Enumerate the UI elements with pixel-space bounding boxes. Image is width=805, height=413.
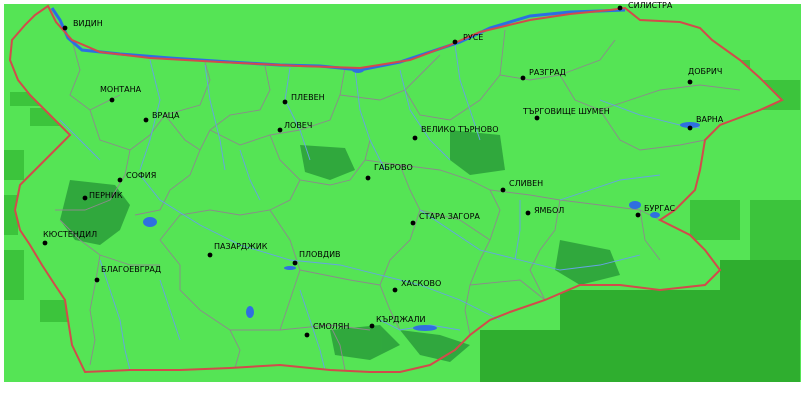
city-label-gabrovo: ГАБРОВО — [374, 163, 413, 172]
city-marker-sliven[interactable] — [500, 187, 506, 193]
city-label-pazardzhik: ПАЗАРДЖИК — [214, 242, 268, 251]
city-marker-pleven[interactable] — [282, 99, 288, 105]
city-marker-stara_zagora[interactable] — [410, 220, 416, 226]
city-label-plovdiv: ПЛОВДИВ — [299, 250, 341, 259]
city-label-razgrad: РАЗГРАД — [529, 68, 566, 77]
city-marker-targovishte_shumen[interactable] — [534, 115, 540, 121]
city-marker-dobrich[interactable] — [687, 79, 693, 85]
city-marker-pazardzhik[interactable] — [207, 252, 213, 258]
city-label-kyustendil: КЮСТЕНДИЛ — [43, 230, 97, 239]
city-label-vratsa: ВРАЦА — [152, 111, 180, 120]
city-label-kardzhali: КЪРДЖАЛИ — [376, 315, 426, 324]
city-marker-yambol[interactable] — [525, 210, 531, 216]
city-label-stara_zagora: СТАРА ЗАГОРА — [419, 212, 480, 221]
city-label-montana: МОНТАНА — [100, 85, 142, 94]
city-label-blagoevgrad: БЛАГОЕВГРАД — [101, 265, 161, 274]
city-label-yambol: ЯМБОЛ — [534, 206, 564, 215]
city-label-haskovo: ХАСКОВО — [401, 279, 441, 288]
city-marker-plovdiv[interactable] — [292, 260, 298, 266]
city-label-sliven: СЛИВЕН — [509, 179, 543, 188]
city-label-burgas: БУРГАС — [644, 204, 676, 213]
city-label-veliko_tarnovo: ВЕЛИКО ТЪРНОВО — [421, 125, 499, 134]
city-marker-blagoevgrad[interactable] — [94, 277, 100, 283]
city-marker-vidin[interactable] — [62, 25, 68, 31]
city-marker-pernik[interactable] — [82, 195, 88, 201]
city-marker-varna[interactable] — [687, 125, 693, 131]
city-label-pernik: ПЕРНИК — [89, 191, 123, 200]
city-label-smolyan: СМОЛЯН — [313, 322, 349, 331]
city-marker-gabrovo[interactable] — [365, 175, 371, 181]
city-label-targovishte_shumen: ТЪРГОВИЩЕ ШУМЕН — [522, 107, 610, 116]
city-label-lovech: ЛОВЕЧ — [284, 121, 312, 130]
city-marker-silistra[interactable] — [617, 5, 623, 11]
city-marker-razgrad[interactable] — [520, 75, 526, 81]
city-marker-ruse[interactable] — [452, 39, 458, 45]
city-marker-veliko_tarnovo[interactable] — [412, 135, 418, 141]
city-marker-kardzhali[interactable] — [369, 323, 375, 329]
city-marker-lovech[interactable] — [277, 127, 283, 133]
city-marker-smolyan[interactable] — [304, 332, 310, 338]
map-container: ВИДИН СИЛИСТРА РУСЕ РАЗГРАД ДОБРИЧ МОНТАНА ПЛЕ… — [0, 0, 805, 413]
city-marker-sofia[interactable] — [117, 177, 123, 183]
city-label-sofia: СОФИЯ — [126, 171, 156, 180]
city-label-silistra: СИЛИСТРА — [628, 1, 673, 10]
bulgaria-map[interactable]: ВИДИН СИЛИСТРА РУСЕ РАЗГРАД ДОБРИЧ МОНТАНА ПЛЕ… — [0, 0, 805, 413]
city-label-dobrich: ДОБРИЧ — [688, 67, 722, 76]
city-marker-haskovo[interactable] — [392, 287, 398, 293]
city-marker-burgas[interactable] — [635, 212, 641, 218]
city-marker-vratsa[interactable] — [143, 117, 149, 123]
city-marker-kyustendil[interactable] — [42, 240, 48, 246]
city-label-vidin: ВИДИН — [73, 19, 103, 28]
city-label-varna: ВАРНА — [696, 115, 724, 124]
city-label-ruse: РУСЕ — [463, 33, 483, 42]
city-marker-montana[interactable] — [109, 97, 115, 103]
city-label-pleven: ПЛЕВЕН — [291, 93, 325, 102]
